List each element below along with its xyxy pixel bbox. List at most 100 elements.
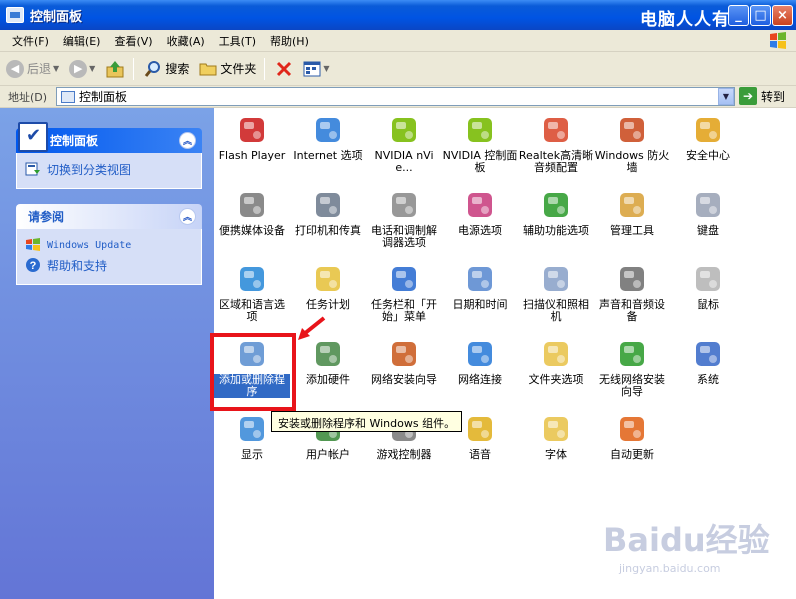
menu-help[interactable]: 帮助(H) (263, 33, 316, 49)
menu-edit[interactable]: 编辑(E) (56, 33, 108, 49)
control-panel-item[interactable]: 网络连接 (442, 337, 518, 386)
control-panel-item[interactable]: 自动更新 (594, 412, 670, 461)
control-panel-item[interactable]: 区域和语言选项 (214, 262, 290, 323)
address-dropdown-button[interactable]: ▼ (718, 88, 734, 105)
control-panel-item[interactable]: Flash Player (214, 113, 290, 162)
control-panel-item[interactable]: 任务栏和「开始」菜单 (366, 262, 442, 323)
maximize-button[interactable]: □ (750, 5, 771, 26)
address-label: 地址(D) (8, 90, 48, 104)
control-panel-item[interactable]: 网络安装向导 (366, 337, 442, 386)
switch-to-category-view-link[interactable]: 切换到分类视图 (25, 159, 193, 179)
control-panel-item-label: NVIDIA nVie... (374, 149, 434, 174)
control-panel-item[interactable]: 声音和音频设备 (594, 262, 670, 323)
control-panel-item[interactable]: NVIDIA 控制面板 (442, 113, 518, 174)
search-button[interactable]: 搜索 (140, 56, 193, 82)
control-panel-item[interactable]: 字体 (518, 412, 594, 461)
control-panel-item[interactable]: 任务计划 (290, 262, 366, 311)
control-panel-item-label: 鼠标 (697, 298, 719, 311)
forward-button[interactable]: ▶ ▼ (65, 56, 99, 82)
control-panel-item-label: 管理工具 (610, 224, 654, 237)
panel-header[interactable]: 控制面板 ︽ (16, 122, 202, 153)
windows-update-label: Windows Update (47, 239, 132, 251)
control-panel-item-label: 自动更新 (610, 448, 654, 461)
control-panel-task-pane: 控制面板 ︽ 切换到分类视图 (16, 122, 202, 189)
search-label: 搜索 (165, 62, 190, 76)
menu-favorites[interactable]: 收藏(A) (160, 33, 212, 49)
toolbar-separator (264, 57, 266, 80)
control-panel-item[interactable]: Realtek高清晰音频配置 (518, 113, 594, 174)
menu-bar: 文件(F) 编辑(E) 查看(V) 收藏(A) 工具(T) 帮助(H) (0, 30, 796, 52)
control-panel-item[interactable]: 无线网络安装向导 (594, 337, 670, 398)
control-panel-item-label: 添加硬件 (306, 373, 350, 386)
windows-update-icon (26, 238, 40, 251)
toolbar: ◀ 后退 ▼ ▶ ▼ 搜索 文件夹 ▼ (0, 52, 796, 86)
control-panel-item-label: Realtek高清晰音频配置 (518, 149, 594, 174)
control-panel-icon (61, 90, 75, 103)
back-button[interactable]: ◀ 后退 ▼ (2, 56, 63, 82)
panel-title: 控制面板 (50, 134, 99, 148)
control-panel-item[interactable]: 管理工具 (594, 188, 670, 237)
internet-options-icon (311, 113, 345, 147)
views-button[interactable]: ▼ (299, 56, 333, 82)
watermark-text: 电脑人人有 (640, 10, 730, 30)
control-panel-item-label: 任务计划 (306, 298, 350, 311)
folders-button[interactable]: 文件夹 (195, 56, 260, 82)
realtek-audio-icon (539, 113, 573, 147)
control-panel-item-label: 便携媒体设备 (219, 224, 285, 237)
help-icon: ? (26, 258, 40, 272)
control-panel-item[interactable]: 日期和时间 (442, 262, 518, 311)
control-panel-item[interactable]: 便携媒体设备 (214, 188, 290, 237)
control-panel-item-label: Internet 选项 (293, 149, 363, 162)
display-icon (235, 412, 269, 446)
close-button[interactable]: × (772, 5, 793, 26)
phone-modem-icon (387, 188, 421, 222)
control-panel-item[interactable]: Internet 选项 (290, 113, 366, 162)
collapse-icon[interactable]: ︽ (179, 208, 196, 225)
menu-file[interactable]: 文件(F) (0, 33, 56, 49)
control-panel-item-label: 文件夹选项 (528, 373, 584, 386)
minimize-button[interactable]: _ (728, 5, 749, 26)
baidu-jingyan-logo: Baidu经验 (603, 521, 770, 559)
collapse-icon[interactable]: ︽ (179, 132, 196, 149)
control-panel-item[interactable]: 电话和调制解调器选项 (366, 188, 442, 249)
control-panel-item[interactable]: 键盘 (670, 188, 746, 237)
category-view-icon (25, 162, 40, 176)
control-panel-item[interactable]: 添加硬件 (290, 337, 366, 386)
delete-button[interactable] (271, 56, 297, 82)
up-button[interactable] (101, 56, 129, 82)
control-panel-item[interactable]: 安全中心 (670, 113, 746, 162)
control-panel-item[interactable]: 系统 (670, 337, 746, 386)
go-button[interactable]: ➔ 转到 (739, 87, 785, 105)
control-panel-item[interactable]: 电源选项 (442, 188, 518, 237)
accessibility-icon (539, 188, 573, 222)
security-center-icon (691, 113, 725, 147)
mouse-icon (691, 262, 725, 296)
control-panel-item-label: Flash Player (218, 149, 286, 162)
switch-view-label: 切换到分类视图 (47, 162, 132, 177)
control-panel-item[interactable]: NVIDIA nVie... (366, 113, 442, 174)
control-panel-item-label: 网络连接 (458, 373, 502, 386)
panel-title: 请参阅 (28, 210, 65, 224)
control-panel-item[interactable]: 辅助功能选项 (518, 188, 594, 237)
address-bar: 地址(D) 控制面板 ▼ ➔ 转到 (0, 86, 796, 108)
windows-logo-icon (770, 32, 786, 49)
address-input[interactable]: 控制面板 ▼ (56, 87, 735, 106)
menu-view[interactable]: 查看(V) (107, 33, 159, 49)
control-panel-item-label: 游戏控制器 (376, 448, 432, 461)
windows-update-link[interactable]: Windows Update (25, 235, 193, 255)
keyboard-icon (691, 188, 725, 222)
control-panel-item-label: 系统 (697, 373, 719, 386)
panel-header[interactable]: 请参阅 ︽ (16, 204, 202, 229)
control-panel-item[interactable]: 文件夹选项 (518, 337, 594, 386)
control-panel-item[interactable]: 打印机和传真 (290, 188, 366, 237)
control-panel-item[interactable]: 扫描仪和照相机 (518, 262, 594, 323)
help-and-support-link[interactable]: ? 帮助和支持 (25, 255, 193, 275)
forward-arrow-icon: ▶ (69, 59, 88, 78)
scheduled-tasks-icon (311, 262, 345, 296)
control-panel-item[interactable]: Windows 防火墙 (594, 113, 670, 174)
control-panel-item-label: 键盘 (697, 224, 719, 237)
control-panel-item-label: 网络安装向导 (371, 373, 437, 386)
menu-tools[interactable]: 工具(T) (212, 33, 263, 49)
control-panel-item[interactable]: 鼠标 (670, 262, 746, 311)
go-arrow-icon: ➔ (739, 87, 757, 105)
